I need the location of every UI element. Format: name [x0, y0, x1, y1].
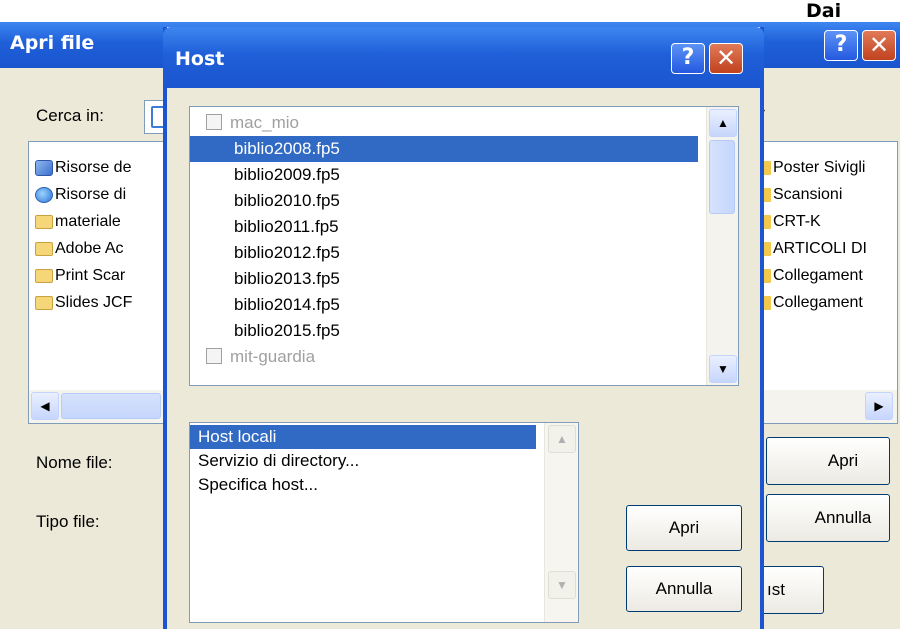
file-item-label: CRT-K: [773, 213, 821, 230]
network-icon: [35, 187, 53, 203]
back-cancel-button-label: Annulla: [814, 508, 872, 527]
file-item[interactable]: Adobe Ac: [35, 240, 124, 258]
host-file-item[interactable]: biblio2015.fp5: [190, 318, 698, 344]
host-source-item[interactable]: Servizio di directory...: [190, 449, 536, 473]
host-source-label: Servizio di directory...: [198, 451, 360, 470]
back-open-button-label: Apri: [827, 451, 859, 470]
host-cancel-button-label: Annulla: [655, 579, 713, 598]
file-item[interactable]: Risorse di: [35, 186, 126, 204]
host-file-item[interactable]: biblio2014.fp5: [190, 292, 698, 318]
host-file-label: biblio2011.fp5: [234, 217, 339, 236]
host-file-item[interactable]: mit-guardia: [190, 344, 698, 370]
host-open-button-label: Apri: [668, 518, 700, 537]
server-icon: [206, 348, 222, 364]
back-cancel-button[interactable]: Annulla: [766, 494, 890, 542]
host-source-list[interactable]: Host locali Servizio di directory... Spe…: [189, 422, 579, 623]
scroll-down-icon[interactable]: ▼: [548, 571, 576, 599]
folder-icon: [35, 269, 53, 283]
host-source-label: Host locali: [198, 427, 277, 446]
scroll-up-icon[interactable]: ▲: [548, 425, 576, 453]
file-item-label: Slides JCF: [55, 294, 133, 311]
file-item-label: Poster Sivigli: [773, 159, 866, 176]
file-item-label: Collegament: [773, 267, 863, 284]
file-item[interactable]: CRT-K: [761, 213, 821, 231]
host-file-label: biblio2015.fp5: [234, 321, 340, 340]
host-title: Host: [175, 48, 225, 70]
hscroll-thumb[interactable]: [61, 393, 161, 419]
host-file-label: biblio2009.fp5: [234, 165, 340, 184]
open-file-title: Apri file: [10, 32, 95, 54]
help-icon: ?: [834, 32, 848, 57]
host-file-list[interactable]: mac_mio biblio2008.fp5 biblio2009.fp5 bi…: [189, 106, 739, 386]
file-item[interactable]: Print Scar: [35, 267, 125, 285]
folder-icon: [35, 215, 53, 229]
host-file-label: biblio2012.fp5: [234, 243, 340, 262]
host-source-item[interactable]: Specifica host...: [190, 473, 536, 497]
host-dialog: Host ? ✕ mac_mio biblio2008.fp5 biblio20…: [163, 27, 764, 629]
file-item[interactable]: ARTICOLI DI: [761, 240, 867, 258]
host-file-label: biblio2010.fp5: [234, 191, 340, 210]
open-file-help-button[interactable]: ?: [824, 30, 858, 61]
folder-icon: [35, 296, 53, 310]
scroll-up-icon[interactable]: ▲: [709, 109, 737, 137]
host-file-item[interactable]: biblio2010.fp5: [190, 188, 698, 214]
background-window-title-fragment: Dai: [806, 0, 842, 22]
folder-icon: [35, 242, 53, 256]
file-item[interactable]: Poster Sivigli: [761, 159, 865, 177]
scroll-down-icon[interactable]: ▼: [709, 355, 737, 383]
host-help-button[interactable]: ?: [671, 43, 705, 74]
file-item[interactable]: Slides JCF: [35, 294, 132, 312]
file-name-label: Nome file:: [36, 453, 113, 472]
file-item[interactable]: Collegament: [761, 294, 863, 312]
host-file-item[interactable]: biblio2011.fp5: [190, 214, 698, 240]
file-item-label: Print Scar: [55, 267, 126, 284]
host-source-item[interactable]: Host locali: [190, 425, 536, 449]
host-file-label: biblio2013.fp5: [234, 269, 340, 288]
file-item-label: Risorse de: [55, 159, 132, 176]
file-item-label: Collegament: [773, 294, 863, 311]
file-item-label: materiale: [55, 213, 121, 230]
host-file-label: biblio2014.fp5: [234, 295, 340, 314]
close-icon: ✕: [868, 31, 890, 59]
host-titlebar: Host ? ✕: [163, 27, 764, 88]
back-open-button[interactable]: Apri: [766, 437, 890, 485]
close-icon: ✕: [715, 44, 737, 72]
host-close-button[interactable]: ✕: [709, 43, 743, 74]
file-item[interactable]: materiale: [35, 213, 121, 231]
host-cancel-button[interactable]: Annulla: [626, 566, 742, 612]
file-item[interactable]: Risorse de: [35, 159, 131, 177]
host-source-label: Specifica host...: [198, 475, 319, 494]
file-item[interactable]: Scansioni: [761, 186, 842, 204]
host-file-label: biblio2008.fp5: [234, 139, 340, 158]
host-file-label: mac_mio: [230, 113, 299, 132]
look-in-label: Cerca in:: [36, 106, 105, 125]
host-file-item[interactable]: biblio2008.fp5: [190, 136, 698, 162]
open-file-close-button[interactable]: ✕: [862, 30, 896, 61]
help-icon: ?: [681, 45, 695, 70]
scroll-left-icon[interactable]: ◀: [31, 392, 59, 420]
computer-icon: [35, 160, 53, 176]
server-icon: [206, 114, 222, 130]
file-item[interactable]: Collegament: [761, 267, 863, 285]
host-open-button[interactable]: Apri: [626, 505, 742, 551]
host-source-list-vscroll[interactable]: ▲ ▼: [544, 423, 578, 622]
host-file-item[interactable]: biblio2009.fp5: [190, 162, 698, 188]
file-item-label: ARTICOLI DI: [773, 240, 867, 257]
scroll-right-icon[interactable]: ▶: [865, 392, 893, 420]
file-item-label: Adobe Ac: [55, 240, 124, 257]
host-file-item[interactable]: biblio2013.fp5: [190, 266, 698, 292]
file-item-label: Risorse di: [55, 186, 127, 203]
vscroll-thumb[interactable]: [709, 140, 735, 214]
host-file-item[interactable]: biblio2012.fp5: [190, 240, 698, 266]
host-file-label: mit-guardia: [230, 347, 316, 366]
file-item-label: Scansioni: [773, 186, 843, 203]
host-file-item[interactable]: mac_mio: [190, 110, 710, 136]
host-file-list-vscroll[interactable]: ▲ ▼: [706, 107, 738, 385]
file-type-label: Tipo file:: [36, 512, 100, 531]
